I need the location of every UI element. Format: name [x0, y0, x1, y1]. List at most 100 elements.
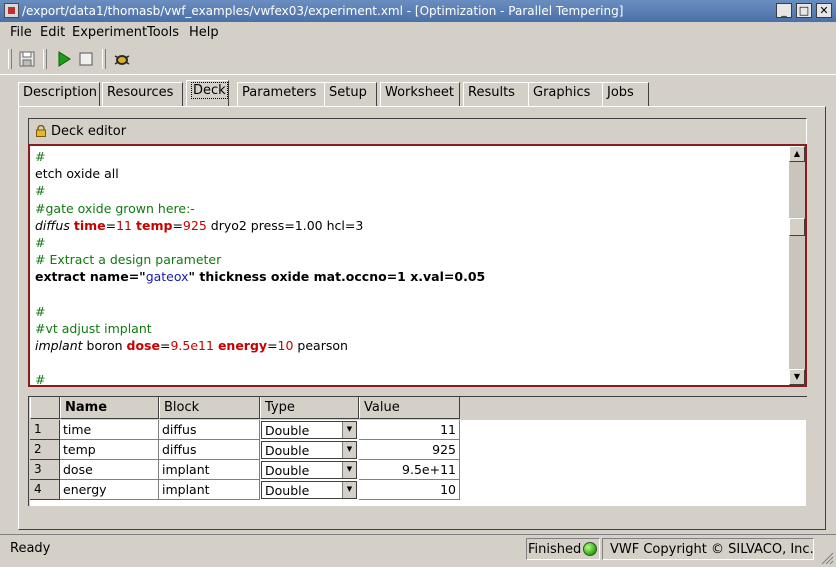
tab-results[interactable]: Results: [463, 82, 529, 106]
code-line[interactable]: #: [35, 148, 785, 165]
menu-bar: File Edit Experiment Tools Help: [0, 22, 836, 44]
tab-deck[interactable]: Deck: [186, 80, 229, 106]
debug-icon[interactable]: [112, 49, 132, 69]
code-line[interactable]: #vt adjust implant: [35, 320, 785, 337]
code-line[interactable]: implant boron dose=9.5e11 energy=10 pear…: [35, 337, 785, 354]
code-token: temp: [136, 217, 173, 233]
save-icon[interactable]: [17, 49, 37, 69]
code-token: # Extract a design parameter: [35, 252, 222, 268]
code-token: #: [35, 149, 46, 164]
tab-graphics[interactable]: Graphics: [528, 82, 603, 106]
tab-description[interactable]: Description: [18, 82, 100, 106]
chevron-down-icon[interactable]: ▼: [342, 442, 356, 458]
menu-edit[interactable]: Edit: [40, 25, 65, 40]
tab-setup[interactable]: Setup: [324, 82, 377, 106]
menu-file[interactable]: File: [10, 25, 32, 40]
code-token: dryo2 press=1.00 hcl=3: [206, 217, 364, 233]
code-content[interactable]: # etch oxide all # #gate oxide grown here:-…: [35, 148, 785, 387]
cell-block[interactable]: diffus: [159, 440, 260, 460]
code-token: time: [73, 217, 106, 233]
code-token: energy: [217, 338, 268, 354]
cell-value[interactable]: 9.5e+11: [359, 460, 460, 480]
code-line[interactable]: #gate oxide grown here:-: [35, 200, 785, 217]
cell-name[interactable]: dose: [60, 460, 159, 480]
row-header[interactable]: 1: [30, 420, 60, 440]
deck-editor-textarea[interactable]: # etch oxide all # #gate oxide grown here:-…: [28, 144, 807, 387]
code-token: pearson: [293, 338, 348, 354]
scroll-down-icon[interactable]: ▼: [789, 369, 805, 385]
code-token: #: [35, 372, 46, 387]
code-line[interactable]: # Extract a design parameter: [35, 251, 785, 268]
cell-name[interactable]: temp: [60, 440, 159, 460]
code-line[interactable]: [35, 286, 785, 303]
status-text: Ready: [10, 541, 51, 556]
app-icon[interactable]: [4, 3, 19, 18]
menu-help[interactable]: Help: [189, 25, 219, 40]
stop-icon[interactable]: [76, 49, 96, 69]
chevron-down-icon[interactable]: ▼: [342, 422, 356, 438]
minimize-button[interactable]: _: [776, 3, 792, 18]
column-header-name[interactable]: Name: [60, 397, 159, 419]
menu-experiment[interactable]: Experiment: [72, 25, 147, 40]
code-line[interactable]: #: [35, 303, 785, 320]
editor-scrollbar[interactable]: ▲ ▼: [789, 146, 805, 385]
window-title: /export/data1/thomasb/vwf_examples/vwfex…: [22, 4, 624, 18]
close-button[interactable]: ✕: [816, 3, 832, 18]
column-header-value[interactable]: Value: [359, 397, 460, 419]
deck-editor-label: Deck editor: [51, 124, 127, 139]
code-token: #: [35, 183, 46, 199]
resize-grip-icon[interactable]: [820, 551, 834, 565]
scroll-thumb[interactable]: [789, 218, 805, 236]
code-line[interactable]: #: [35, 182, 785, 199]
toolbar-grip-2[interactable]: [43, 49, 47, 69]
toolbar-separator: [0, 74, 836, 75]
maximize-button[interactable]: □: [796, 3, 812, 18]
type-select[interactable]: Double ▼: [261, 441, 357, 459]
code-line[interactable]: extract name="gateox" thickness oxide ma…: [35, 268, 785, 285]
code-token: #vt adjust implant: [35, 320, 152, 336]
run-icon[interactable]: [54, 49, 74, 69]
cell-block[interactable]: implant: [159, 460, 260, 480]
scroll-up-icon[interactable]: ▲: [789, 146, 805, 162]
row-header[interactable]: 2: [30, 440, 60, 460]
cell-name[interactable]: energy: [60, 480, 159, 500]
cell-block[interactable]: diffus: [159, 420, 260, 440]
type-select[interactable]: Double ▼: [261, 461, 357, 479]
code-token: diffus: [35, 217, 70, 233]
tab-worksheet[interactable]: Worksheet: [380, 82, 460, 106]
code-token: 925: [182, 217, 207, 233]
cell-value[interactable]: 10: [359, 480, 460, 500]
column-header-block[interactable]: Block: [159, 397, 260, 419]
job-status-box: Finished: [526, 538, 600, 560]
code-line[interactable]: diffus time=11 temp=925 dryo2 press=1.00…: [35, 217, 785, 234]
table-corner: [30, 397, 60, 419]
column-header-type[interactable]: Type: [260, 397, 359, 419]
code-token: =: [267, 338, 278, 354]
type-select[interactable]: Double ▼: [261, 421, 357, 439]
tab-jobs[interactable]: Jobs: [602, 82, 649, 106]
cell-block[interactable]: implant: [159, 480, 260, 500]
chevron-down-icon[interactable]: ▼: [342, 462, 356, 478]
chevron-down-icon[interactable]: ▼: [342, 482, 356, 498]
code-line[interactable]: #: [35, 371, 785, 387]
code-line[interactable]: #: [35, 234, 785, 251]
row-header[interactable]: 4: [30, 480, 60, 500]
code-token: implant: [35, 338, 83, 354]
code-token: #gate oxide grown here:-: [35, 200, 195, 216]
code-line[interactable]: [35, 354, 785, 371]
code-token: 10: [277, 338, 294, 354]
menu-tools[interactable]: Tools: [147, 25, 179, 40]
lock-icon: [36, 125, 46, 137]
type-select[interactable]: Double ▼: [261, 481, 357, 499]
row-header[interactable]: 3: [30, 460, 60, 480]
code-token: etch oxide all: [35, 166, 119, 182]
cell-name[interactable]: time: [60, 420, 159, 440]
cell-value[interactable]: 925: [359, 440, 460, 460]
code-line[interactable]: etch oxide all: [35, 165, 785, 182]
tab-resources[interactable]: Resources: [102, 82, 183, 106]
cell-value[interactable]: 11: [359, 420, 460, 440]
status-bar: Ready Finished VWF Copyright © SILVACO, …: [0, 534, 836, 567]
toolbar-grip-3[interactable]: [102, 49, 106, 69]
status-led-icon: [583, 542, 597, 556]
toolbar-grip[interactable]: [8, 49, 12, 69]
